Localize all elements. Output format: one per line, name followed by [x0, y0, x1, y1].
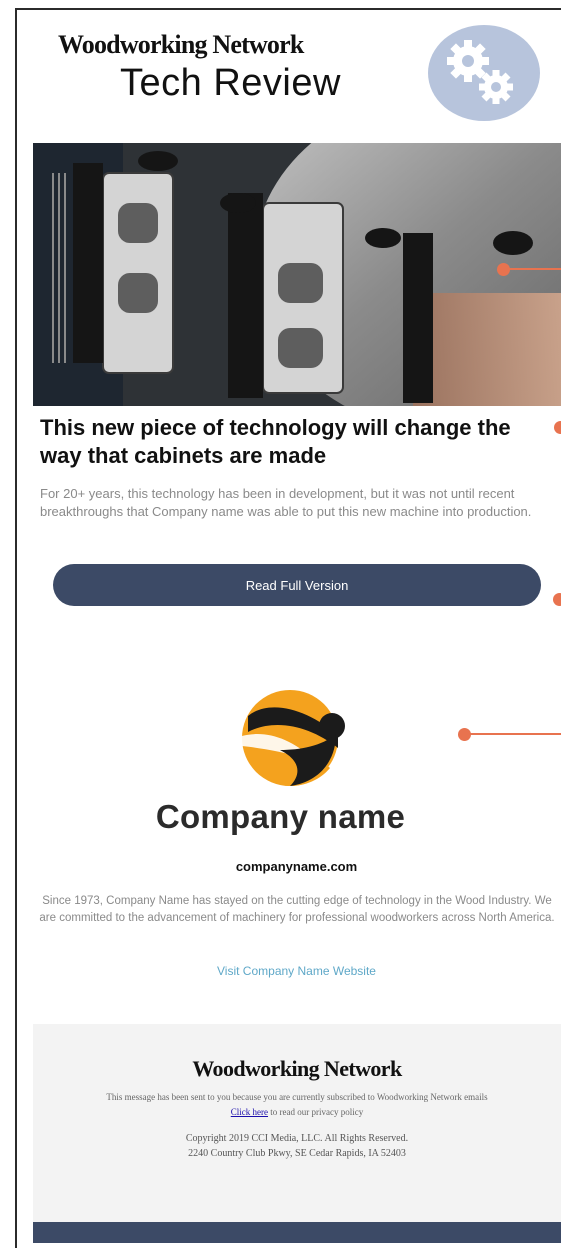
annotation-line	[508, 268, 561, 270]
privacy-text: to read our privacy policy	[268, 1107, 364, 1117]
annotation-marker	[554, 421, 561, 434]
gears-icon	[428, 25, 540, 121]
privacy-line: Click here to read our privacy policy	[33, 1107, 561, 1117]
annotation-line	[468, 733, 561, 735]
copyright-text: Copyright 2019 CCI Media, LLC. All Right…	[185, 1133, 409, 1144]
visit-company-website-link[interactable]: Visit Company Name Website	[0, 964, 561, 978]
address-text: 2240 Country Club Pkwy, SE Cedar Rapids,…	[188, 1148, 406, 1159]
footer-copyright-block: Copyright 2019 CCI Media, LLC. All Right…	[33, 1131, 561, 1161]
company-about: Since 1973, Company Name has stayed on t…	[39, 895, 555, 924]
read-full-version-button[interactable]: Read Full Version	[53, 564, 541, 606]
footer-brand: Woodworking Network	[192, 1056, 402, 1081]
article-headline: This new piece of technology will change…	[40, 415, 511, 468]
privacy-link[interactable]: Click here	[231, 1107, 268, 1117]
company-logo-icon	[240, 688, 350, 793]
footer-bar	[33, 1222, 561, 1243]
hero-image	[33, 143, 561, 406]
article-summary: For 20+ years, this technology has been …	[40, 486, 532, 519]
company-logo-text: Company name	[155, 798, 406, 835]
brand-title: Woodworking Network	[58, 30, 304, 59]
company-domain: companyname.com	[235, 859, 358, 874]
subscription-note: This message has been sent to you becaus…	[106, 1092, 488, 1102]
footer: Woodworking Network This message has bee…	[33, 1024, 561, 1222]
brand-subtitle: Tech Review	[120, 62, 341, 104]
annotation-marker	[553, 593, 561, 606]
